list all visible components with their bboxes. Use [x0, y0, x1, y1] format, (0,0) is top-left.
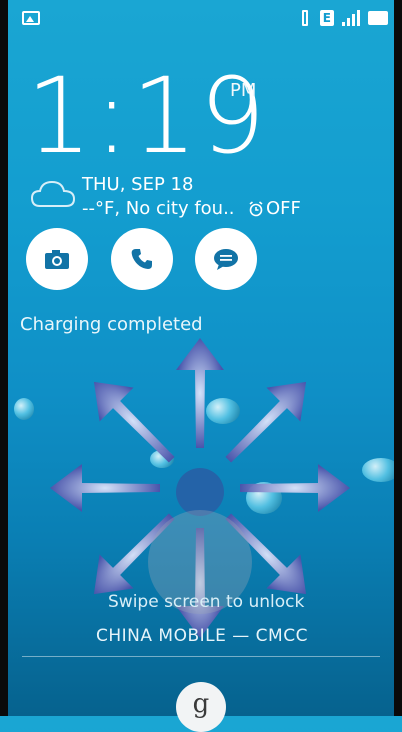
clock-ampm: PM	[230, 80, 257, 101]
divider	[22, 656, 380, 657]
unlock-arrow-right	[240, 464, 350, 512]
unlock-hint: Swipe screen to unlock	[108, 592, 305, 612]
phone-shortcut-button[interactable]	[111, 228, 173, 290]
date-text: THU, SEP 18	[82, 174, 194, 195]
cloud-icon	[30, 180, 76, 207]
message-icon	[214, 249, 238, 270]
carrier-name: CHINA MOBILE — CMCC	[96, 626, 308, 646]
charging-status: Charging completed	[20, 314, 203, 335]
status-bar: E	[8, 0, 394, 42]
messages-shortcut-button[interactable]	[195, 228, 257, 290]
unlock-center-dot[interactable]	[176, 468, 224, 516]
google-search-button[interactable]: g	[176, 682, 226, 732]
battery-icon	[368, 11, 388, 25]
phone-icon	[131, 249, 152, 269]
camera-icon	[45, 250, 69, 269]
water-drop	[14, 398, 34, 420]
water-drop	[362, 458, 400, 482]
alarm-label: OFF	[266, 198, 301, 219]
weather-text: --°F, No city fou..	[82, 198, 235, 219]
unlock-arrow-up-right	[225, 381, 307, 463]
gallery-notification-icon	[22, 11, 40, 25]
vibrate-icon	[298, 10, 312, 26]
alarm-status[interactable]: OFF	[248, 198, 301, 219]
camera-shortcut-button[interactable]	[26, 228, 88, 290]
unlock-arrow-left	[50, 464, 160, 512]
unlock-arrow-up	[176, 338, 224, 448]
network-type-badge: E	[319, 10, 334, 26]
unlock-arrow-up-left	[93, 381, 175, 463]
alarm-icon	[249, 200, 263, 216]
signal-icon	[342, 10, 360, 26]
